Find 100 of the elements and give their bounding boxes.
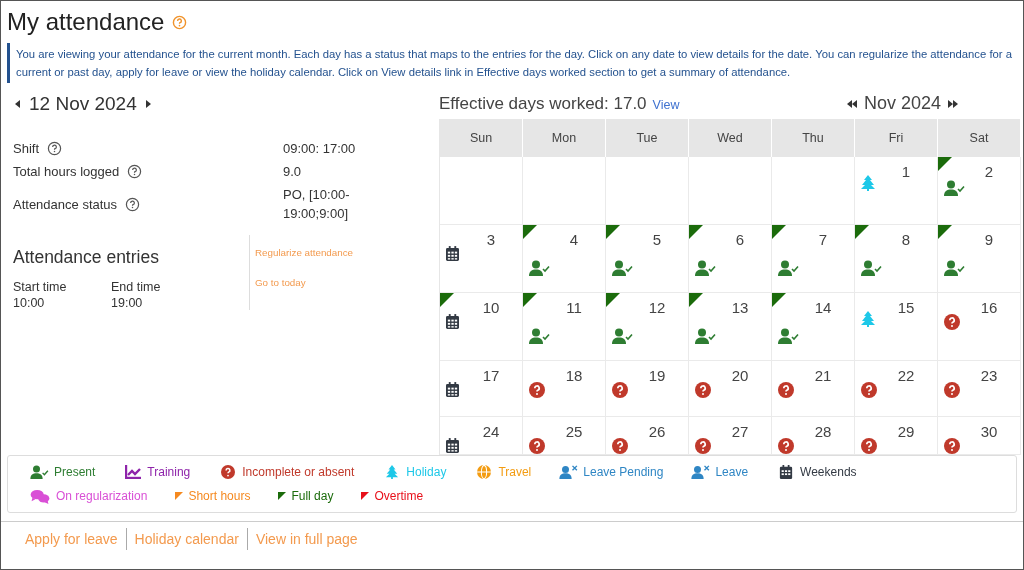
question-circle-icon xyxy=(612,438,628,454)
day-cell[interactable] xyxy=(523,157,606,225)
day-cell[interactable]: 15 xyxy=(855,293,938,361)
day-number[interactable]: 21 xyxy=(814,367,832,384)
detail-value: 9.0 xyxy=(283,163,303,181)
day-cell[interactable]: 18 xyxy=(523,361,606,417)
calendar-icon xyxy=(446,314,459,329)
day-cell[interactable]: 5 xyxy=(606,225,689,293)
question-circle-icon xyxy=(944,382,960,398)
day-cell[interactable]: 30 xyxy=(938,417,1021,455)
day-number[interactable]: 9 xyxy=(984,231,994,248)
tree-icon xyxy=(861,175,875,191)
day-number[interactable]: 18 xyxy=(565,367,583,384)
legend-label: Travel xyxy=(498,465,532,479)
day-number[interactable]: 30 xyxy=(980,423,998,440)
day-cell[interactable]: 25 xyxy=(523,417,606,455)
day-cell[interactable] xyxy=(772,157,855,225)
day-number[interactable]: 4 xyxy=(569,231,579,248)
day-cell[interactable]: 14 xyxy=(772,293,855,361)
day-cell[interactable]: 26 xyxy=(606,417,689,455)
day-cell[interactable]: 11 xyxy=(523,293,606,361)
day-number[interactable]: 28 xyxy=(814,423,832,440)
view-link[interactable]: View xyxy=(652,98,680,112)
day-cell[interactable]: 22 xyxy=(855,361,938,417)
person-check-icon xyxy=(778,260,800,276)
legend-label: Training xyxy=(147,465,191,479)
day-cell[interactable]: 13 xyxy=(689,293,772,361)
day-cell[interactable]: 28 xyxy=(772,417,855,455)
day-number[interactable]: 25 xyxy=(565,423,583,440)
day-number[interactable]: 14 xyxy=(814,299,832,316)
day-number[interactable]: 3 xyxy=(486,231,496,248)
day-cell[interactable]: 16 xyxy=(938,293,1021,361)
person-check-icon xyxy=(612,260,634,276)
question-circle-icon xyxy=(778,438,794,454)
day-cell[interactable]: 6 xyxy=(689,225,772,293)
legend-label: Leave Pending xyxy=(583,465,664,479)
day-number[interactable]: 1 xyxy=(901,163,911,180)
previous-day-icon[interactable] xyxy=(15,100,21,108)
next-day-icon[interactable] xyxy=(144,100,151,108)
day-number[interactable]: 24 xyxy=(482,423,500,440)
legend-label: Incomplete or absent xyxy=(242,465,355,479)
day-cell[interactable]: 23 xyxy=(938,361,1021,417)
day-number[interactable]: 13 xyxy=(731,299,749,316)
day-number[interactable]: 2 xyxy=(984,163,994,180)
day-cell[interactable] xyxy=(440,157,523,225)
day-cell[interactable]: 8 xyxy=(855,225,938,293)
day-cell[interactable]: 9 xyxy=(938,225,1021,293)
legend-label: Present xyxy=(54,465,96,479)
help-icon[interactable] xyxy=(47,141,62,156)
day-number[interactable]: 26 xyxy=(648,423,666,440)
day-number[interactable]: 7 xyxy=(818,231,828,248)
legend-label: Weekends xyxy=(800,465,857,479)
day-cell[interactable]: 27 xyxy=(689,417,772,455)
day-cell[interactable]: 3 xyxy=(440,225,523,293)
day-cell[interactable]: 21 xyxy=(772,361,855,417)
calendar-icon xyxy=(446,438,459,453)
day-number[interactable]: 6 xyxy=(735,231,745,248)
day-number[interactable]: 16 xyxy=(980,299,998,316)
day-number[interactable]: 29 xyxy=(897,423,915,440)
day-cell[interactable]: 10 xyxy=(440,293,523,361)
day-cell[interactable]: 4 xyxy=(523,225,606,293)
day-cell[interactable]: 20 xyxy=(689,361,772,417)
day-number[interactable]: 11 xyxy=(566,299,582,316)
calendar-icon xyxy=(446,382,459,397)
person-check-icon xyxy=(612,328,634,344)
day-cell[interactable]: 1 xyxy=(855,157,938,225)
day-cell[interactable] xyxy=(689,157,772,225)
help-icon[interactable] xyxy=(127,164,143,179)
day-cell[interactable]: 2 xyxy=(938,157,1021,225)
person-check-icon xyxy=(529,260,551,276)
day-number[interactable]: 10 xyxy=(482,299,500,316)
day-number[interactable]: 12 xyxy=(648,299,666,316)
day-number[interactable]: 17 xyxy=(482,367,500,384)
info-text: You are viewing your attendance for the current month. Each day has a status that maps to the entries for the day. Click on any date to view details for the date. You can regularize the attendance for a current or past day, apply for leave or view the holiday calendar. Click on View details link in Effective days worked section to get a summary of attendance. xyxy=(7,43,1017,83)
next-month-icon[interactable] xyxy=(947,100,959,108)
weekday-header: Sun xyxy=(440,119,523,157)
help-icon[interactable] xyxy=(125,196,141,212)
day-cell[interactable]: 29 xyxy=(855,417,938,455)
day-number[interactable]: 15 xyxy=(897,299,915,316)
detail-label: Attendance status xyxy=(13,195,118,214)
day-cell[interactable]: 24 xyxy=(440,417,523,455)
day-number[interactable]: 5 xyxy=(652,231,662,248)
day-cell[interactable] xyxy=(606,157,689,225)
day-number[interactable]: 22 xyxy=(897,367,915,384)
day-number[interactable]: 8 xyxy=(901,231,911,248)
table-cell-text: 10:00 xyxy=(13,296,46,310)
detail-label: Shift xyxy=(13,140,39,158)
person-check-icon xyxy=(695,328,717,344)
question-circle-icon xyxy=(695,438,711,454)
day-cell[interactable]: 19 xyxy=(606,361,689,417)
day-cell[interactable]: 12 xyxy=(606,293,689,361)
day-number[interactable]: 19 xyxy=(648,367,666,384)
day-cell[interactable]: 7 xyxy=(772,225,855,293)
day-number[interactable]: 20 xyxy=(731,367,749,384)
previous-month-icon[interactable] xyxy=(845,100,858,108)
day-cell[interactable]: 17 xyxy=(440,361,523,417)
day-number[interactable]: 23 xyxy=(980,367,998,384)
question-circle-icon xyxy=(529,382,545,398)
day-number[interactable]: 27 xyxy=(731,423,749,440)
effective-days-label: Effective days worked: 17.0 xyxy=(439,94,647,114)
